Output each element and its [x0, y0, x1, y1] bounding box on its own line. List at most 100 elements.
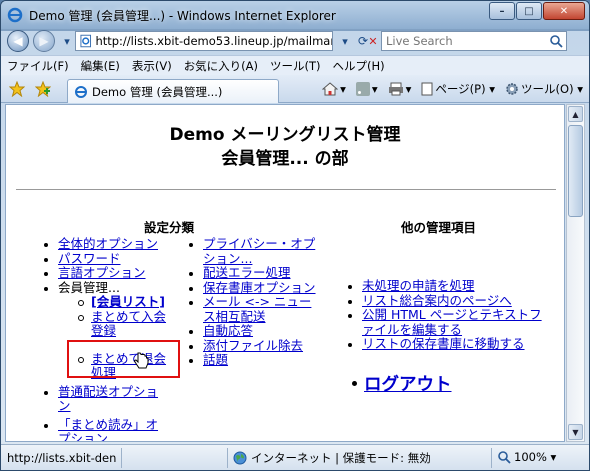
window-controls: – □ ✕	[488, 2, 585, 20]
minimize-button[interactable]: –	[489, 2, 515, 20]
list-item: リストの保存書庫に移動する	[348, 336, 542, 352]
menu-favorites[interactable]: お気に入り(A)	[184, 58, 258, 74]
browser-window: Demo 管理 (会員管理...) - Windows Internet Exp…	[0, 0, 590, 471]
favorites-star-icon[interactable]	[9, 81, 25, 97]
search-box[interactable]	[381, 31, 567, 51]
link-edit-html[interactable]: 公開 HTML ページとテキストファイルを編集する	[362, 307, 542, 337]
link-archives[interactable]: リストの保存書庫に移動する	[362, 336, 525, 351]
link-general[interactable]: 全体的オプション	[58, 236, 158, 251]
list-item: 添付ファイル除去	[189, 338, 323, 354]
security-zone-text: インターネット | 保護モード: 無効	[251, 451, 431, 465]
link-topics[interactable]: 話題	[203, 352, 228, 367]
feed-icon	[355, 82, 370, 96]
feeds-button[interactable]: ▾	[355, 82, 378, 96]
list-item: 保存書庫オプション	[189, 280, 323, 296]
navigation-bar: ◀ ▶ ▾ http://lists.xbit-demo53.lineup.jp…	[1, 29, 589, 53]
highlight-box	[67, 340, 180, 378]
page-title-line1: Demo メーリングリスト管理	[169, 125, 401, 145]
link-gateway[interactable]: メール <-> ニュース相互配送	[203, 294, 311, 324]
tab-demo-admin[interactable]: Demo 管理 (会員管理...)	[67, 79, 279, 103]
page-menu-label: ページ(P)	[435, 82, 486, 96]
list-item: 未処理の申請を処理	[348, 278, 542, 294]
list-item: パスワード	[44, 251, 168, 267]
menu-bar: ファイル(F) 編集(E) 表示(V) お気に入り(A) ツール(T) ヘルプ(…	[1, 55, 589, 75]
list-item: 話題	[189, 352, 323, 368]
link-pending[interactable]: 未処理の申請を処理	[362, 278, 475, 293]
other-heading: 他の管理項目	[401, 220, 477, 235]
list-item: リスト総合案内のページへ	[348, 293, 542, 309]
settings-heading: 設定分類	[144, 220, 195, 235]
stop-icon[interactable]: ✕	[363, 31, 383, 51]
list-item: メール <-> ニュース相互配送	[189, 294, 323, 324]
list-item: 配送エラー処理	[189, 265, 323, 281]
page-content: Demo メーリングリスト管理 会員管理... の部 設定分類 他の管理項目 全…	[5, 104, 565, 442]
list-item: まとめて入会登録	[78, 309, 171, 339]
search-icon[interactable]	[549, 34, 563, 48]
maximize-button[interactable]: □	[516, 2, 542, 20]
page-title-line2: 会員管理... の部	[221, 149, 349, 169]
menu-file[interactable]: ファイル(F)	[7, 58, 69, 74]
history-dropdown-icon[interactable]: ▾	[57, 31, 77, 51]
page-menu-icon	[421, 82, 433, 96]
tab-bar: Demo 管理 (会員管理...) ▾ ▾ ▾ ページ(P) ▾ ツール(O) …	[1, 75, 589, 103]
list-item: 「まとめ読み」オプション	[44, 417, 168, 441]
list-item: プライバシー・オプション...	[189, 236, 323, 266]
hand-cursor-icon	[134, 352, 149, 369]
back-button[interactable]: ◀	[7, 30, 29, 52]
zoom-control[interactable]: 100% ▾	[497, 450, 556, 464]
command-bar: ▾ ▾ ▾ ページ(P) ▾ ツール(O) ▾	[312, 81, 583, 97]
list-item: [会員リスト]	[78, 294, 171, 310]
ie-page-icon	[75, 85, 87, 98]
address-dropdown-icon[interactable]: ▾	[335, 31, 355, 51]
tools-menu[interactable]: ツール(O) ▾	[505, 81, 583, 97]
link-digest[interactable]: 「まとめ読み」オプション	[58, 417, 158, 441]
address-bar[interactable]: http://lists.xbit-demo53.lineup.jp/mailm…	[75, 31, 333, 51]
globe-icon	[233, 451, 247, 465]
link-nondigest[interactable]: 普通配送オプション	[58, 384, 158, 414]
title-bar: Demo 管理 (会員管理...) - Windows Internet Exp…	[1, 1, 589, 29]
print-button[interactable]: ▾	[388, 82, 411, 96]
home-icon	[322, 82, 339, 96]
status-url: http://lists.xbit-den	[7, 451, 117, 465]
status-separator	[227, 448, 228, 468]
address-text[interactable]: http://lists.xbit-demo53.lineup.jp/mailm…	[95, 34, 332, 48]
link-autoreply[interactable]: 自動応答	[203, 323, 253, 338]
other-list: 未処理の申請を処理 リスト総合案内のページへ 公開 HTML ページとテキストフ…	[348, 278, 542, 352]
ie-logo-icon	[7, 7, 23, 23]
list-item: 自動応答	[189, 323, 323, 339]
divider	[16, 189, 556, 190]
close-button[interactable]: ✕	[543, 2, 585, 20]
scroll-thumb[interactable]	[568, 125, 583, 217]
status-bar: http://lists.xbit-den インターネット | 保護モード: 無…	[1, 444, 589, 470]
add-favorite-icon[interactable]	[35, 81, 51, 97]
status-separator	[121, 448, 122, 468]
page-menu[interactable]: ページ(P) ▾	[421, 81, 495, 97]
vertical-scrollbar[interactable]: ▲ ▼	[566, 104, 585, 442]
link-privacy[interactable]: プライバシー・オプション...	[203, 236, 315, 266]
menu-help[interactable]: ヘルプ(H)	[333, 58, 385, 74]
printer-icon	[388, 82, 403, 96]
tools-menu-label: ツール(O)	[521, 82, 574, 96]
link-archive[interactable]: 保存書庫オプション	[203, 280, 316, 295]
menu-edit[interactable]: 編集(E)	[81, 58, 120, 74]
logout-bullet	[352, 381, 357, 386]
list-item: 全体的オプション	[44, 236, 168, 252]
security-zone[interactable]: インターネット | 保護モード: 無効	[233, 450, 431, 466]
scroll-up-button[interactable]: ▲	[568, 106, 583, 122]
link-mass-subscribe[interactable]: まとめて入会登録	[91, 309, 166, 339]
link-contentfilter[interactable]: 添付ファイル除去	[203, 338, 303, 353]
link-listinfo[interactable]: リスト総合案内のページへ	[362, 293, 512, 308]
zoom-level: 100%	[514, 450, 547, 464]
forward-button[interactable]: ▶	[33, 30, 55, 52]
link-bounce[interactable]: 配送エラー処理	[203, 265, 291, 280]
search-input[interactable]	[382, 32, 542, 50]
tab-label: Demo 管理 (会員管理...)	[92, 84, 223, 99]
menu-view[interactable]: 表示(V)	[132, 58, 172, 74]
link-language[interactable]: 言語オプション	[58, 265, 146, 280]
link-member-list[interactable]: [会員リスト]	[91, 294, 165, 309]
scroll-down-button[interactable]: ▼	[568, 424, 583, 440]
link-password[interactable]: パスワード	[58, 251, 121, 266]
menu-tools[interactable]: ツール(T)	[270, 58, 321, 74]
logout-link[interactable]: ログアウト	[364, 371, 452, 396]
home-button[interactable]: ▾	[322, 82, 346, 96]
